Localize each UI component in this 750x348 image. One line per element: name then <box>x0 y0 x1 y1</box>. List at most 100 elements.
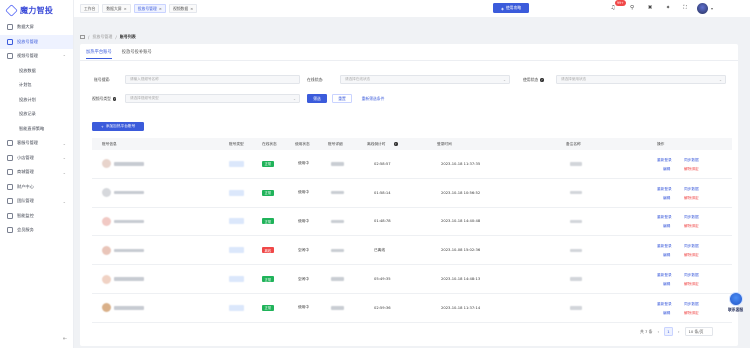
sync-link[interactable]: 同步数据 <box>684 244 699 249</box>
remark-blurred <box>570 277 582 281</box>
sidebar-item-5[interactable]: 投放计划 <box>0 93 73 108</box>
relogin-link[interactable]: 重新登录 <box>657 273 672 278</box>
close-icon[interactable]: × <box>124 6 127 11</box>
remark-blurred <box>570 219 582 224</box>
account-name-blurred <box>114 277 144 281</box>
edit-link[interactable]: 编辑 <box>663 224 670 229</box>
chevron-up-icon: ⌃ <box>62 53 66 59</box>
sidebar-item-0[interactable]: 数据大屏 <box>0 20 73 35</box>
logo-icon <box>5 3 18 17</box>
sidebar-item-10[interactable]: 商城管理 ⌄ <box>0 165 73 180</box>
sync-link[interactable]: 同步数据 <box>684 215 699 220</box>
fullscreen-icon[interactable]: ⛶ <box>681 4 689 12</box>
help-icon[interactable]: ? <box>112 97 117 101</box>
sync-link[interactable]: 同步数据 <box>684 187 699 192</box>
add-account-button[interactable]: + 添加加热平台账号 <box>92 122 144 131</box>
sidebar-item-8[interactable]: 客服号管理 ⌄ <box>0 136 73 151</box>
edit-link[interactable]: 编辑 <box>663 253 670 258</box>
breadcrumb-parent[interactable]: 投放号管理 <box>92 34 112 40</box>
sidebar-item-6[interactable]: 投放记录 <box>0 107 73 122</box>
app-logo[interactable]: 魔力智投 <box>0 0 73 20</box>
customer-service[interactable]: 联系客服 <box>728 292 743 313</box>
page-size-select[interactable]: 10 条/页 <box>684 327 713 336</box>
customer-service-label: 联系客服 <box>728 307 744 312</box>
sidebar-item-13[interactable]: 智能监控 <box>0 209 73 224</box>
sidebar-item-label: 商城管理 <box>17 169 34 175</box>
close-icon[interactable]: × <box>190 6 193 11</box>
sync-link[interactable]: 同步数据 <box>684 302 699 307</box>
online-status-label-text: 在线状态: <box>307 77 324 82</box>
unbind-link[interactable]: 解除绑定 <box>684 253 699 258</box>
account-type-pill <box>229 218 244 225</box>
account-type-pill <box>229 189 244 196</box>
sidebar-item-4[interactable]: 计划包 <box>0 78 73 93</box>
sync-link[interactable]: 同步数据 <box>684 273 699 278</box>
account-detail-blurred <box>331 248 344 253</box>
help-icon[interactable]: ? <box>540 78 544 82</box>
page-tab-label: 数据大屏 <box>106 5 122 11</box>
help-icon[interactable]: ? <box>394 142 398 146</box>
reset-button[interactable]: 重置 <box>332 94 352 103</box>
share-icon[interactable]: ✖ <box>646 4 654 12</box>
account-avatar <box>102 159 111 169</box>
page-tab-2[interactable]: 投放号管理 × <box>133 4 166 13</box>
clear-filters-link[interactable]: 重新筛选条件 <box>357 94 389 103</box>
collapse-sidebar-icon[interactable]: ⇤ <box>63 336 67 342</box>
sidebar-item-3[interactable]: 投放数据 <box>0 64 73 79</box>
avatar[interactable] <box>697 3 708 14</box>
unbind-link[interactable]: 解除绑定 <box>684 196 699 201</box>
chevron-down-icon: ⌄ <box>62 169 66 175</box>
link-icon[interactable]: ⚲ <box>628 4 636 12</box>
offline-countdown: 01:48:78 <box>374 219 391 224</box>
page-tab-3[interactable]: 视频数据 × <box>168 4 198 13</box>
sync-link[interactable]: 同步数据 <box>684 158 699 163</box>
tab-heating-accounts[interactable]: 加热平台账号 <box>86 49 112 59</box>
guide-button[interactable]: ◈ 使用攻略 <box>493 3 529 13</box>
account-type-select[interactable]: 请选择视频号类型 ⌄ <box>125 94 300 103</box>
account-search-input[interactable]: 请输入视频号名称 <box>125 75 300 84</box>
account-avatar <box>102 188 111 198</box>
prev-page-icon[interactable]: ‹ <box>657 329 659 334</box>
edit-link[interactable]: 编辑 <box>663 196 670 201</box>
chevron-down-icon[interactable]: ▾ <box>711 6 713 11</box>
sidebar-item-2[interactable]: 视频号管理 ⌃ <box>0 49 73 64</box>
edit-link[interactable]: 编辑 <box>663 167 670 172</box>
account-detail-blurred <box>331 306 344 310</box>
unbind-link[interactable]: 解除绑定 <box>684 167 699 172</box>
unbind-link[interactable]: 解除绑定 <box>684 311 699 316</box>
home-icon[interactable] <box>80 35 85 39</box>
unbind-link[interactable]: 解除绑定 <box>684 224 699 229</box>
account-type-pill <box>229 304 244 311</box>
sidebar-item-12[interactable]: 团队管理 ⌄ <box>0 194 73 209</box>
headset-icon <box>7 140 13 147</box>
sidebar-item-9[interactable]: 小店管理 ⌄ <box>0 151 73 166</box>
query-button[interactable]: 筛选 <box>307 94 327 103</box>
close-icon[interactable]: × <box>159 6 162 11</box>
relogin-link[interactable]: 重新登录 <box>657 244 672 249</box>
relogin-link[interactable]: 重新登录 <box>657 158 672 163</box>
pagination: 共 7 条 ‹ 1 › 10 条/页 <box>640 327 713 336</box>
tab-supplement-accounts[interactable]: 投放号投补账号 <box>122 49 152 59</box>
online-status-select[interactable]: 请选择在线状态 ⌄ <box>340 75 510 84</box>
column-header: 账号类型 <box>229 141 244 146</box>
sidebar-item-7[interactable]: 智能直停策略 <box>0 122 73 137</box>
page-tab-1[interactable]: 数据大屏 × <box>102 4 131 13</box>
sidebar-item-1[interactable]: 投放号管理 <box>0 34 73 49</box>
page-tab-0[interactable]: 工作台 <box>80 4 100 13</box>
page-number[interactable]: 1 <box>663 327 673 336</box>
settings-icon[interactable]: ✦ <box>664 4 672 12</box>
relogin-link[interactable]: 重新登录 <box>657 215 672 220</box>
edit-link[interactable]: 编辑 <box>663 311 670 316</box>
sidebar-item-11[interactable]: 财户中心 <box>0 180 73 195</box>
book-icon: ◈ <box>500 5 504 11</box>
unbind-link[interactable]: 解除绑定 <box>684 282 699 287</box>
sidebar-item-14[interactable]: 会员服务 <box>0 223 73 238</box>
add-account-label: 添加加热平台账号 <box>105 124 136 128</box>
usage-status-select[interactable]: 请选择使用状态 ⌄ <box>556 75 726 84</box>
breadcrumb: / 投放号管理 / 账号列表 <box>80 34 136 40</box>
cart-icon <box>7 169 13 176</box>
relogin-link[interactable]: 重新登录 <box>657 302 672 307</box>
relogin-link[interactable]: 重新登录 <box>657 187 672 192</box>
edit-link[interactable]: 编辑 <box>663 282 670 287</box>
next-page-icon[interactable]: › <box>678 329 680 334</box>
